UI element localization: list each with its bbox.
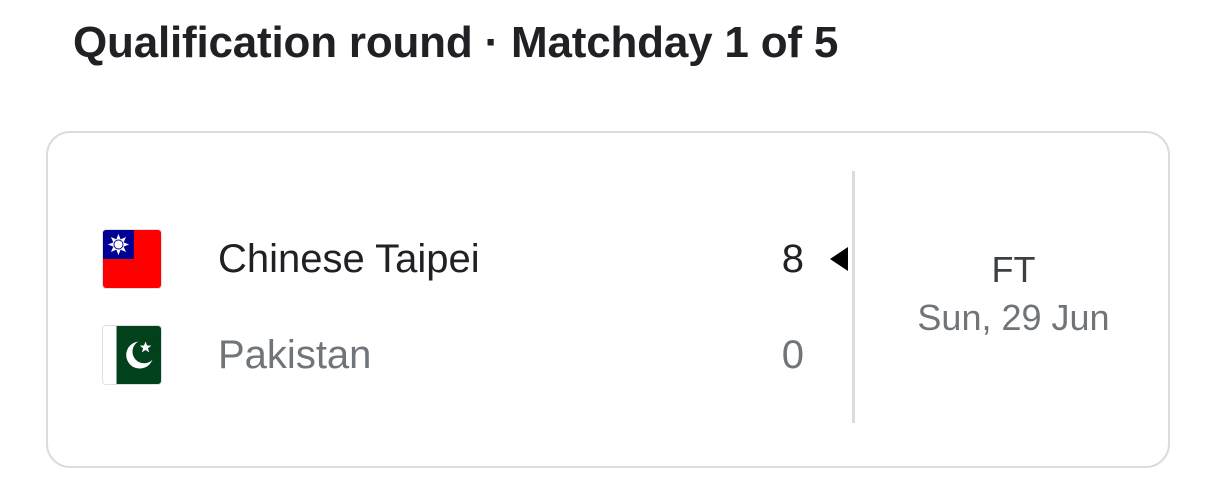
score-away: 0 (781, 333, 804, 377)
match-status: FT (991, 249, 1036, 290)
team-name-away: Pakistan (218, 333, 372, 377)
match-date: Sun, 29 Jun (917, 297, 1110, 338)
pakistan-flag-icon (102, 325, 162, 385)
match-status-block: FT Sun, 29 Jun (855, 248, 1172, 340)
chinese-taipei-flag-icon (102, 229, 162, 289)
match-card[interactable]: Chinese Taipei 8 Pakistan 0 FT Sun, 29 J… (46, 131, 1170, 468)
team-row-home: Chinese Taipei 8 (48, 227, 848, 291)
team-name-home: Chinese Taipei (218, 237, 480, 281)
team-row-away: Pakistan 0 (48, 323, 848, 387)
score-home: 8 (781, 237, 804, 281)
page-title: Qualification round · Matchday 1 of 5 (73, 18, 839, 67)
winner-indicator-icon (830, 247, 848, 271)
